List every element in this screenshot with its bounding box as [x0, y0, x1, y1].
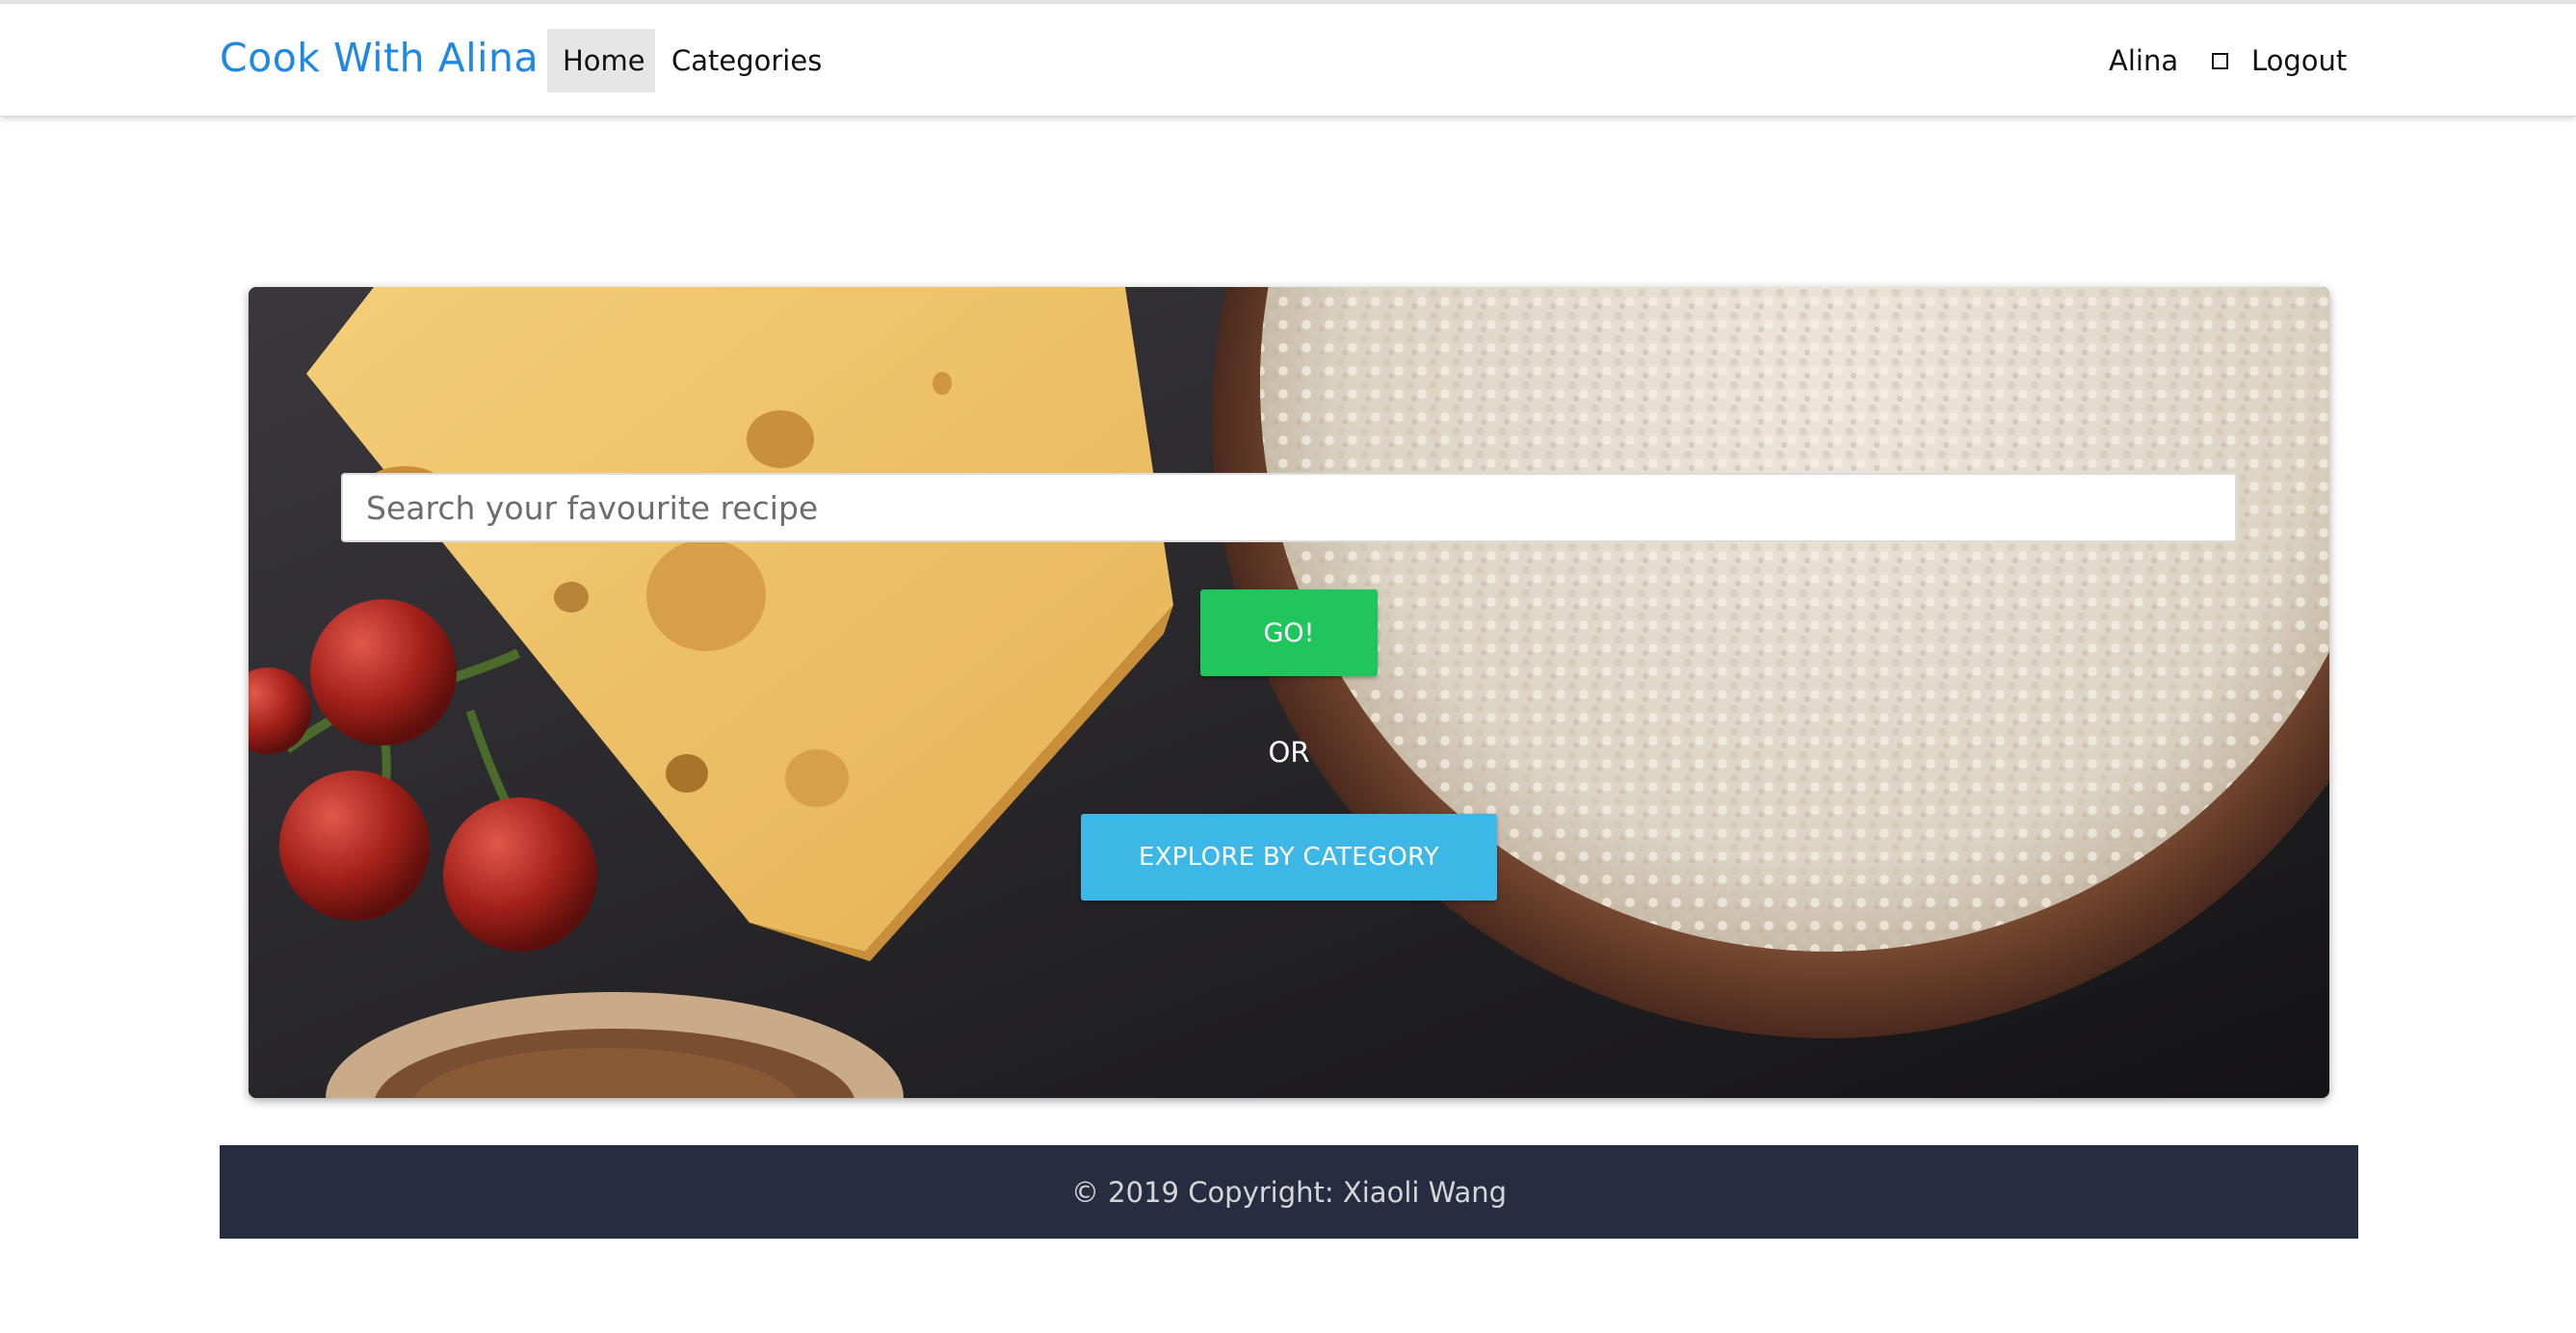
hero-banner: GO! OR EXPLORE BY CATEGORY [249, 287, 2329, 1098]
logout-label: Logout [2251, 44, 2348, 77]
footer: © 2019 Copyright: Xiaoli Wang [220, 1145, 2358, 1239]
logout-link[interactable]: Logout [2196, 29, 2362, 92]
navbar: Cook With Alina Home Categories Alina Lo… [0, 4, 2576, 117]
brand-logo-link[interactable]: Cook With Alina [220, 35, 539, 81]
explore-by-category-button[interactable]: EXPLORE BY CATEGORY [1081, 814, 1497, 901]
recipe-search-input[interactable] [341, 473, 2237, 542]
nav-categories-link[interactable]: Categories [656, 29, 837, 92]
go-button[interactable]: GO! [1200, 589, 1378, 676]
nav-home-link[interactable]: Home [547, 29, 655, 92]
or-separator: OR [1268, 736, 1310, 769]
logout-icon [2212, 52, 2228, 69]
footer-copyright: © 2019 Copyright: Xiaoli Wang [1070, 1175, 1508, 1209]
hero-food-background-image [249, 287, 2329, 1098]
user-profile-link[interactable]: Alina [2093, 29, 2194, 92]
